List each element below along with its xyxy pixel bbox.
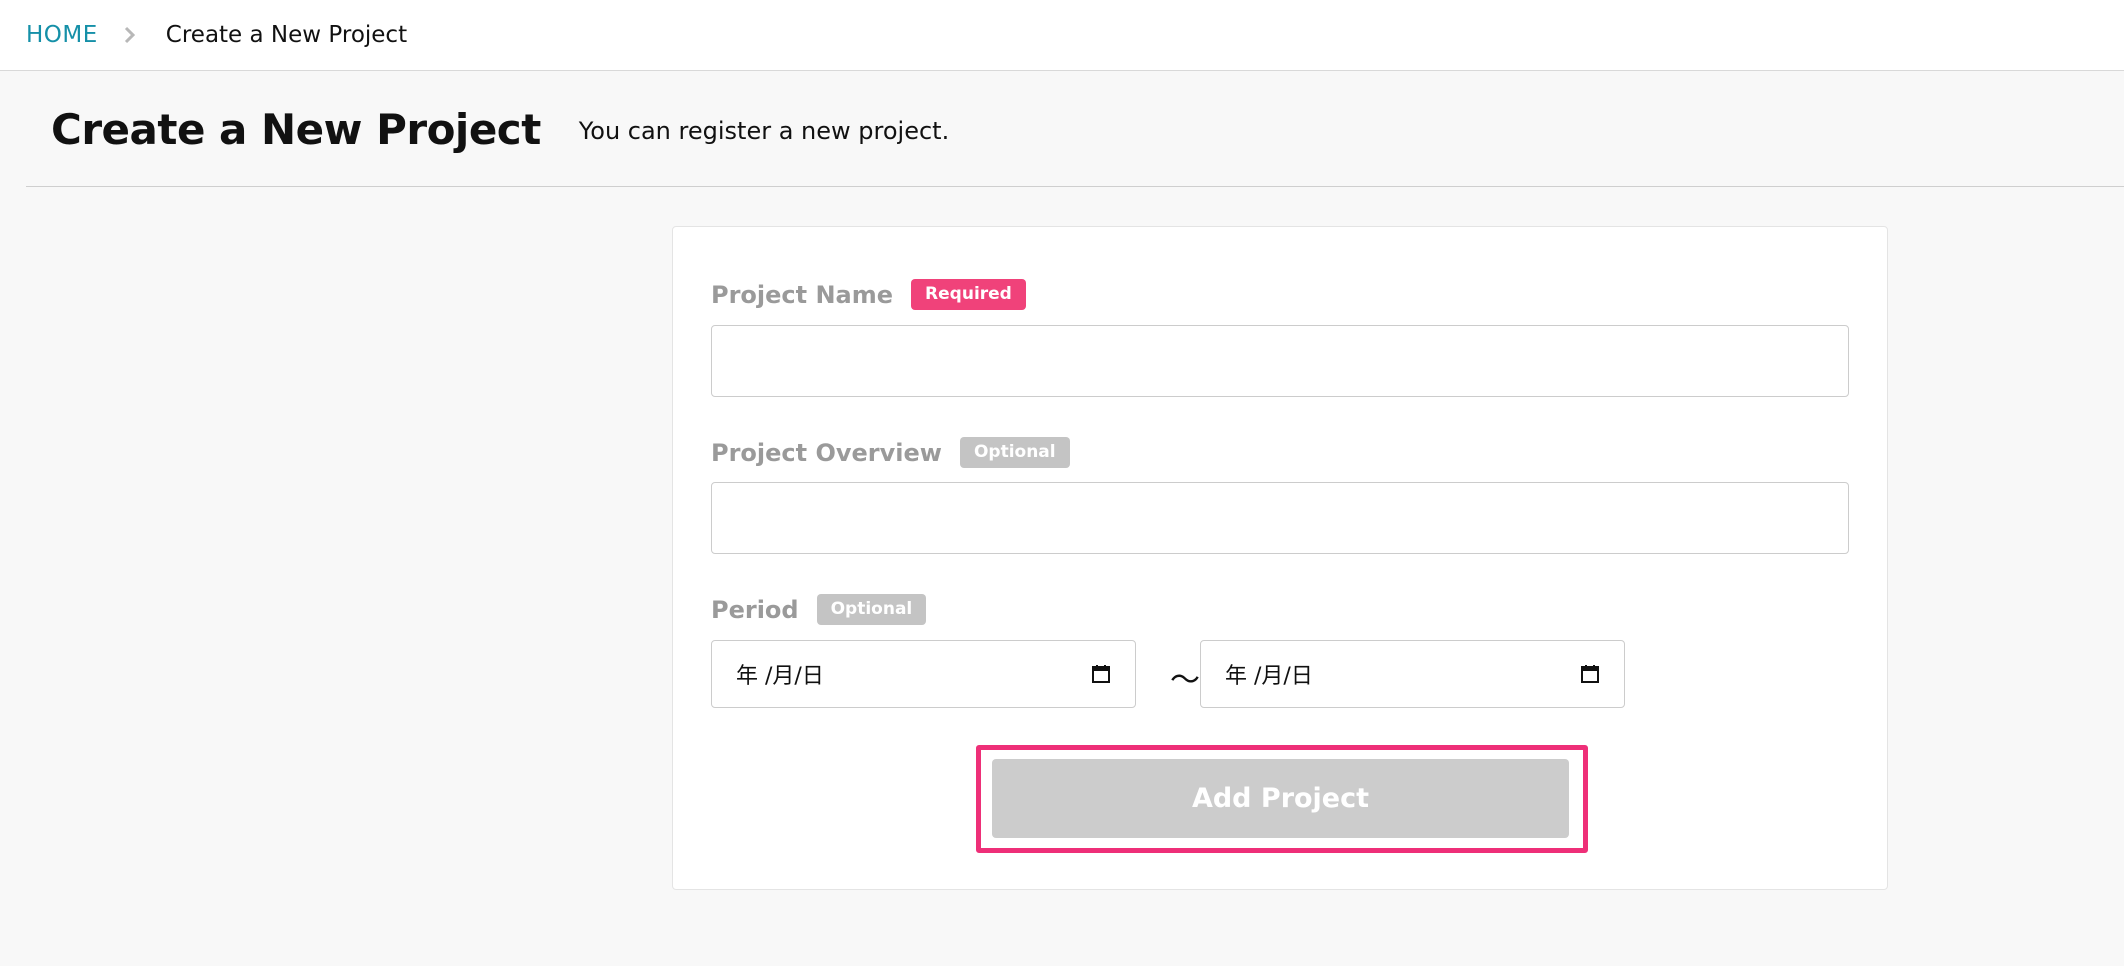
period-start-date-input[interactable]: 年 /月/日 — [711, 640, 1136, 708]
page-description: You can register a new project. — [578, 117, 950, 145]
page-title: Create a New Project — [51, 104, 541, 154]
chevron-right-icon — [124, 26, 136, 44]
calendar-icon[interactable] — [1580, 664, 1600, 684]
period-label-row: Period Optional — [711, 594, 927, 625]
project-name-label: Project Name — [711, 280, 894, 309]
page-header: Create a New Project You can register a … — [26, 72, 2124, 187]
calendar-icon[interactable] — [1091, 664, 1111, 684]
optional-badge: Optional — [959, 437, 1070, 468]
breadcrumb-current: Create a New Project — [165, 22, 408, 48]
required-badge: Required — [911, 279, 1026, 310]
period-label: Period — [711, 595, 799, 624]
project-overview-label: Project Overview — [711, 438, 942, 467]
project-overview-input[interactable] — [711, 482, 1849, 554]
period-start-placeholder: 年 /月/日 — [736, 664, 824, 689]
period-end-placeholder: 年 /月/日 — [1225, 664, 1313, 689]
breadcrumb-home-link[interactable]: HOME — [26, 22, 98, 48]
optional-badge: Optional — [816, 594, 927, 625]
project-overview-label-row: Project Overview Optional — [711, 437, 1070, 468]
add-project-button[interactable]: Add Project — [992, 759, 1569, 838]
project-name-label-row: Project Name Required — [711, 279, 1026, 310]
period-end-date-input[interactable]: 年 /月/日 — [1200, 640, 1625, 708]
project-name-input[interactable] — [711, 325, 1849, 397]
breadcrumb: HOME Create a New Project — [0, 0, 2124, 71]
